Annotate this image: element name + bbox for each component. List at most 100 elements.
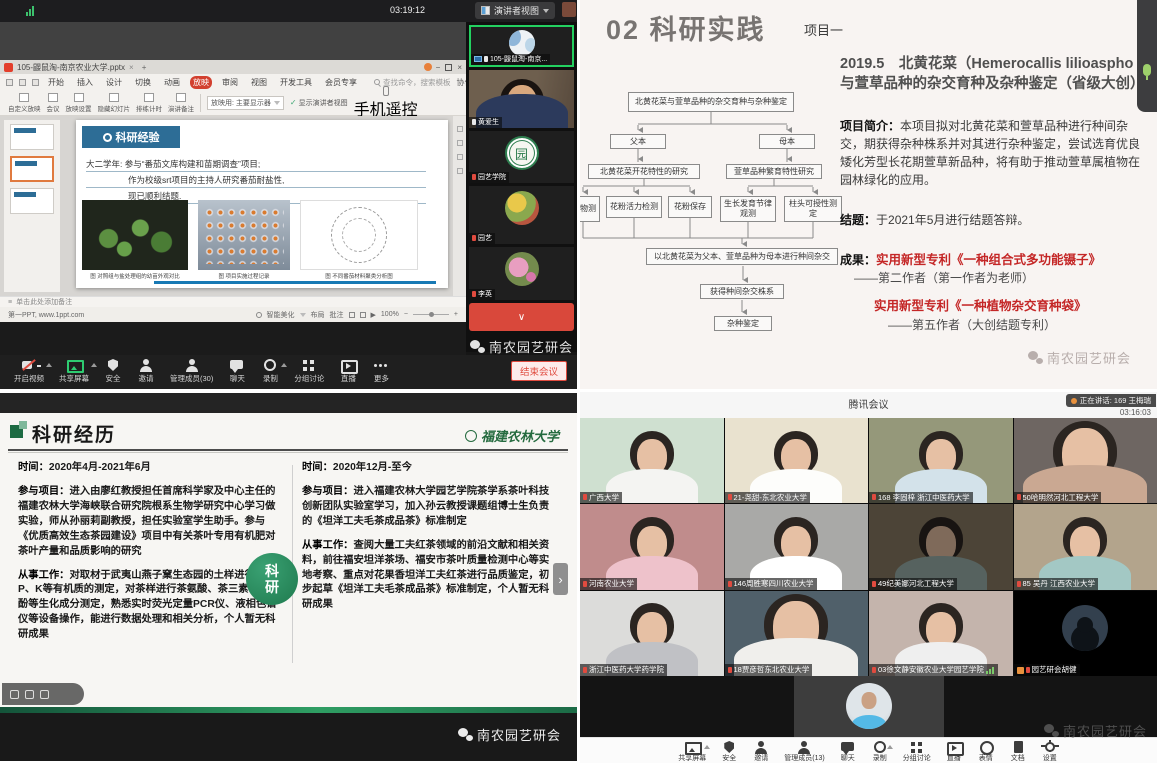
speaker-view-checkbox[interactable]: ✓显示演讲者视图 <box>290 98 348 108</box>
participant-tile[interactable]: 李英 <box>469 247 574 300</box>
slide-thumbnail-active[interactable] <box>10 156 54 182</box>
account-avatar[interactable] <box>424 63 432 71</box>
play-slideshow-icon[interactable]: ▶ <box>371 311 376 319</box>
view-sorter-icon[interactable] <box>360 312 366 318</box>
toolbar-button[interactable]: 邀请 <box>750 740 772 763</box>
toolbar-button[interactable]: 录制 <box>869 740 891 763</box>
ribbon-tab[interactable]: 视图 <box>248 76 270 89</box>
toolbar-button[interactable]: 聊天 <box>222 358 252 389</box>
floating-toolbar[interactable] <box>2 683 84 705</box>
close-window-icon[interactable]: × <box>457 63 462 72</box>
notes-label[interactable]: 批注 <box>330 310 344 320</box>
participant-tile[interactable]: 园艺研会胡健 <box>1014 591 1157 676</box>
layout-label[interactable]: 布局 <box>311 310 325 320</box>
participant-tile[interactable]: 50哈明然河北工程大学 <box>1014 418 1157 503</box>
slide-thumbnail[interactable] <box>10 188 54 214</box>
ribbon-tool-button[interactable]: 排练计时 <box>136 93 162 113</box>
participant-tile[interactable]: 03徐文静安徽农业大学园艺学院 <box>869 591 1013 676</box>
toolbar-button[interactable]: 文档 <box>1007 740 1029 763</box>
ribbon-tab[interactable]: 插入 <box>74 76 96 89</box>
medal-icon <box>103 133 112 142</box>
participant-name: 146周胜寒四川农业大学 <box>734 579 814 589</box>
caret-up-icon[interactable] <box>91 360 97 367</box>
toolbar-button[interactable]: 聊天 <box>837 740 859 763</box>
dog-avatar <box>509 30 535 56</box>
collapse-panel-button[interactable]: ∨ <box>469 303 574 331</box>
document-tab-title[interactable]: 105-鼹鼠淘-南京农业大学.pptx <box>17 62 125 73</box>
quadrant-slide-research-practice: 02 科研实践 项目一 北黄花菜与萱草品种的杂交育种与杂种鉴定父本母本北黄花菜开… <box>580 0 1157 389</box>
participant-tile[interactable]: 黄爱生 <box>469 70 574 128</box>
participant-tile[interactable]: 85 吴丹 江西农业大学 <box>1014 504 1157 589</box>
monitor-select[interactable]: 放映用: 主要显示器 <box>207 96 284 110</box>
zoom-slider[interactable] <box>413 314 449 315</box>
window-controls[interactable]: − × <box>436 63 462 72</box>
caret-up-icon[interactable] <box>281 360 287 367</box>
view-normal-icon[interactable] <box>349 312 355 318</box>
ribbon-tool-button[interactable]: 演讲备注 <box>168 93 194 113</box>
zoom-out-icon[interactable]: − <box>404 311 408 318</box>
toolbar-button[interactable]: 管理成员(13) <box>782 740 826 763</box>
ribbon-tab[interactable]: 开始 <box>45 76 67 89</box>
participant-name: 168 李固梓 浙江中医药大学 <box>878 493 970 503</box>
save-icon[interactable] <box>6 79 13 86</box>
ribbon-tab[interactable]: 审阅 <box>219 76 241 89</box>
host-tile[interactable] <box>794 676 944 737</box>
participant-tile[interactable]: 18贾彦哲东北农业大学 <box>725 591 869 676</box>
toolbar-button[interactable]: 安全 <box>718 740 740 763</box>
toolbar-button[interactable]: 管理成员(30) <box>164 358 219 389</box>
new-tab-icon[interactable]: + <box>142 63 147 72</box>
toolbar-button[interactable]: 安全 <box>98 358 128 389</box>
toolbar-button[interactable]: 共享屏幕 <box>676 740 708 763</box>
speaker-view-button[interactable]: 演讲者视图 <box>475 2 555 19</box>
ribbon-tool-button[interactable]: 隐藏幻灯片 <box>98 93 131 113</box>
participant-tile[interactable]: 园 园艺学院 <box>469 131 574 183</box>
participant-tile[interactable]: 146周胜寒四川农业大学 <box>725 504 869 589</box>
ribbon-tab[interactable]: 放映 <box>190 76 212 89</box>
toolbar-button[interactable]: 直播 <box>943 740 965 763</box>
toolbar-button[interactable]: 分组讨论 <box>288 358 330 389</box>
print-icon[interactable] <box>19 79 26 86</box>
slide-thumbnail[interactable] <box>10 124 54 150</box>
toolbar-button[interactable]: 表情 <box>975 740 997 763</box>
undo-icon[interactable] <box>32 79 39 86</box>
caret-up-icon[interactable] <box>704 742 710 749</box>
zoom-in-icon[interactable]: + <box>454 311 458 318</box>
tool-icon <box>144 93 154 102</box>
toolbar-button[interactable]: 分组讨论 <box>901 740 933 763</box>
ribbon-tab[interactable]: 开发工具 <box>277 76 315 89</box>
notes-bar[interactable]: ≡ 单击此处添加备注 <box>0 296 466 307</box>
flow-box: 母本 <box>759 134 815 149</box>
participant-tile[interactable]: 广西大学 <box>580 418 724 503</box>
participant-tile[interactable]: 浙江中医药大学药学院 <box>580 591 724 676</box>
ribbon-tab[interactable]: 设计 <box>103 76 125 89</box>
chat-icon <box>228 358 246 372</box>
toolbar-button[interactable]: 录制 <box>255 358 285 389</box>
minimize-icon[interactable]: − <box>436 63 441 72</box>
toolbar-button[interactable]: 更多 <box>366 358 396 389</box>
toolbar-button[interactable]: 邀请 <box>131 358 161 389</box>
caret-up-icon[interactable] <box>887 742 893 749</box>
participant-tile[interactable]: 河南农业大学 <box>580 504 724 589</box>
participant-tile[interactable]: 105-鼹鼠淘-南京... <box>469 25 574 67</box>
ribbon-tab[interactable]: 动画 <box>161 76 183 89</box>
phone-remote-button[interactable]: 手机遥控 <box>354 86 418 120</box>
caret-up-icon[interactable] <box>46 360 52 367</box>
participant-tile[interactable]: 168 李固梓 浙江中医药大学 <box>869 418 1013 503</box>
ribbon-tool-button[interactable]: 放映设置 <box>66 93 92 113</box>
toolbar-button[interactable]: 直播 <box>333 358 363 389</box>
toolbar-button[interactable]: 设置 <box>1039 740 1061 763</box>
toolbar-button[interactable]: 开启视频 <box>8 358 50 389</box>
maximize-icon[interactable] <box>445 64 452 71</box>
participant-tile[interactable]: 21-尧甜-东北农业大学 <box>725 418 869 503</box>
participant-tile[interactable]: 园艺 <box>469 186 574 244</box>
close-tab-icon[interactable]: × <box>129 63 134 72</box>
toolbar-button[interactable]: 共享屏幕 <box>53 358 95 389</box>
beautify-label[interactable]: 智能美化 <box>267 310 295 320</box>
ribbon-tab[interactable]: 切换 <box>132 76 154 89</box>
participant-tile[interactable]: 49纪美娜河北工程大学 <box>869 504 1013 589</box>
ribbon-tool-button[interactable]: 自定义放映 <box>8 93 41 113</box>
participant-name: 21-尧甜-东北农业大学 <box>734 493 807 503</box>
next-slide-arrow[interactable]: › <box>553 563 568 595</box>
end-meeting-button[interactable]: 结束会议 <box>511 361 567 381</box>
ribbon-tool-button[interactable]: 会议 <box>47 93 60 113</box>
